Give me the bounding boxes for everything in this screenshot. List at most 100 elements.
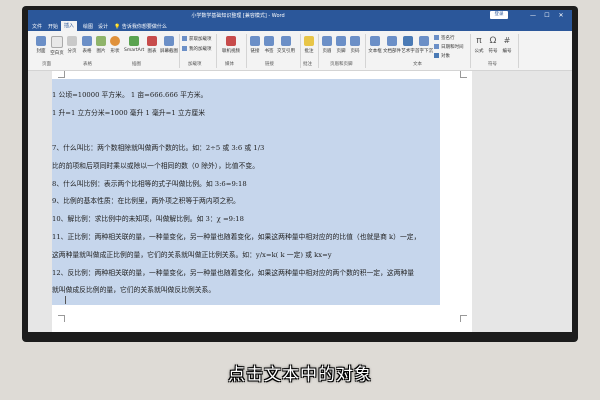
- video-subtitle: 点击文本中的对象: [228, 365, 372, 385]
- number-button[interactable]: # 编号: [500, 34, 514, 58]
- group-label-comments: 批注: [303, 62, 312, 67]
- picture-icon: [96, 36, 106, 46]
- video-icon: [226, 36, 236, 46]
- addins-icon: [182, 46, 187, 51]
- doc-line-10[interactable]: 12、反比例：两种相关联的量，一种量变化，另一种量也随着变化，如果这两种量中相对…: [52, 267, 414, 277]
- equation-icon: π: [476, 36, 482, 46]
- doc-line-11[interactable]: 就叫做成反比例的量，它们的关系就叫做反比例关系。: [52, 284, 215, 294]
- tab-home[interactable]: 开始: [48, 23, 58, 30]
- doc-line-8[interactable]: 11、正比例：两种相关联的量，一种量变化，另一种量也随着变化，如果这两种量中相对…: [52, 231, 420, 241]
- crop-mark: [460, 71, 467, 78]
- doc-line-1[interactable]: 1 公顷=10000 平方米。 1 亩=666.666 平方米。: [52, 89, 207, 99]
- ribbon-tabs: 文件 开始 插入 绘图 设计 布局 💡 告诉我你想要做什么: [28, 21, 572, 31]
- chart-icon: [147, 36, 157, 46]
- group-label-tables: 表格: [83, 62, 92, 67]
- doc-line-3[interactable]: 7、什么叫比：两个数相除就叫做两个数的比。如：2÷5 或 3:6 或 1/3: [52, 142, 264, 152]
- cross-reference-button[interactable]: 交叉引用: [276, 34, 296, 58]
- group-label-symbols: 符号: [488, 62, 497, 67]
- tab-design[interactable]: 设计: [98, 23, 108, 30]
- cover-page-button[interactable]: 封面: [30, 34, 52, 58]
- smartart-button[interactable]: SmartArt: [124, 34, 144, 58]
- document-page[interactable]: 1 公顷=10000 平方米。 1 亩=666.666 平方米。 1 升=1 立…: [52, 71, 472, 332]
- number-icon: #: [503, 36, 511, 45]
- header-button[interactable]: 页眉: [320, 34, 334, 58]
- textbox-button[interactable]: 文本框: [367, 34, 383, 58]
- group-label-addins: 加载项: [188, 62, 202, 67]
- table-icon: [82, 36, 92, 46]
- footer-icon: [336, 36, 346, 46]
- doc-line-2[interactable]: 1 升=1 立方分米=1000 毫升 1 毫升=1 立方厘米: [52, 107, 205, 117]
- text-selection-highlight: 1 公顷=10000 平方米。 1 亩=666.666 平方米。 1 升=1 立…: [52, 79, 440, 305]
- quick-parts-button[interactable]: 文档部件: [383, 34, 401, 58]
- tell-me-search[interactable]: 💡 告诉我你想要做什么: [114, 23, 167, 30]
- pictures-button[interactable]: 图片: [94, 34, 108, 58]
- title-bar: 小学数学基础知识整理 [兼容模式] - Word 登录 — ☐ ✕: [28, 10, 572, 21]
- crop-mark: [460, 315, 467, 322]
- dropcap-icon: [419, 36, 429, 46]
- crop-mark: [58, 315, 65, 322]
- quick-parts-icon: [387, 36, 397, 46]
- tell-me-label: 告诉我你想要做什么: [121, 24, 167, 30]
- text-caret: [65, 296, 66, 304]
- group-separator: [518, 34, 519, 68]
- doc-line-6[interactable]: 9、比例的基本性质：在比例里，两外项之积等于两内项之积。: [52, 195, 240, 205]
- equation-button[interactable]: π 公式: [472, 34, 486, 58]
- symbol-button[interactable]: Ω 符号: [486, 34, 500, 58]
- shapes-button[interactable]: 形状: [108, 34, 122, 58]
- footer-button[interactable]: 页脚: [334, 34, 348, 58]
- link-icon: [250, 36, 260, 46]
- doc-line-5[interactable]: 8、什么叫比例：表示两个比相等的式子叫做比例。如 3:6=9:18: [52, 178, 247, 188]
- blank-page-icon: [51, 36, 63, 48]
- tab-draw[interactable]: 绘图: [83, 23, 93, 30]
- object-button[interactable]: 对象: [434, 53, 450, 59]
- minimize-button[interactable]: —: [528, 11, 538, 20]
- group-separator: [300, 34, 301, 68]
- group-label-illustrations: 插图: [132, 62, 141, 67]
- smartart-icon: [129, 36, 139, 46]
- blank-page-button[interactable]: 空白页: [50, 34, 64, 58]
- comment-button[interactable]: 批注: [302, 34, 316, 58]
- screenshot-button[interactable]: 屏幕截图: [160, 34, 178, 58]
- maximize-button[interactable]: ☐: [542, 11, 552, 20]
- doc-line-7[interactable]: 10、解比例：求比例中的未知项，叫做解比例。如 3：χ =9:18: [52, 213, 244, 223]
- tab-file[interactable]: 文件: [32, 23, 42, 30]
- bookmark-button[interactable]: 书签: [262, 34, 276, 58]
- page-break-icon: [67, 36, 77, 46]
- doc-line-9[interactable]: 这两种量就叫做成正比例的量，它们的关系就叫做正比例关系。如：y/x=k( k 一…: [52, 249, 332, 259]
- lightbulb-icon: 💡: [114, 24, 121, 30]
- group-separator: [216, 34, 217, 68]
- calendar-icon: [434, 44, 439, 49]
- signin-button[interactable]: 登录: [490, 11, 508, 19]
- page-number-button[interactable]: 页码: [348, 34, 362, 58]
- doc-line-4[interactable]: 比的前项和后项同时乘以或除以一个相同的数（0 除外），比值不变。: [52, 160, 259, 170]
- group-separator: [470, 34, 471, 68]
- page-break-button[interactable]: 分页: [65, 34, 79, 58]
- my-addins-button[interactable]: 我的加载项: [182, 46, 212, 52]
- wordart-button[interactable]: 艺术字: [401, 34, 415, 58]
- store-icon: [182, 36, 187, 41]
- document-area: 1 公顷=10000 平方米。 1 亩=666.666 平方米。 1 升=1 立…: [28, 71, 572, 332]
- signature-icon: [434, 35, 439, 40]
- date-time-button[interactable]: 日期和时间: [434, 44, 464, 50]
- signature-line-button[interactable]: 签名行: [434, 35, 455, 41]
- shapes-icon: [110, 36, 120, 46]
- group-label-links: 链接: [265, 62, 274, 67]
- get-addins-button[interactable]: 获取加载项: [182, 36, 212, 42]
- group-separator: [318, 34, 319, 68]
- bookmark-icon: [264, 36, 274, 46]
- group-separator: [365, 34, 366, 68]
- group-label-text: 文本: [413, 62, 422, 67]
- group-label-pages: 页面: [42, 62, 51, 67]
- wordart-icon: [403, 36, 413, 46]
- drop-cap-button[interactable]: 首字下沉: [415, 34, 433, 58]
- group-separator: [179, 34, 180, 68]
- screenshot-icon: [164, 36, 174, 46]
- cover-icon: [36, 36, 46, 46]
- chart-button[interactable]: 图表: [146, 34, 158, 58]
- close-button[interactable]: ✕: [556, 11, 566, 20]
- tab-insert[interactable]: 插入: [61, 21, 78, 31]
- table-button[interactable]: 表格: [80, 34, 94, 58]
- group-label-media: 媒体: [225, 62, 234, 67]
- online-video-button[interactable]: 联机视频: [220, 34, 242, 58]
- link-button[interactable]: 链接: [248, 34, 262, 58]
